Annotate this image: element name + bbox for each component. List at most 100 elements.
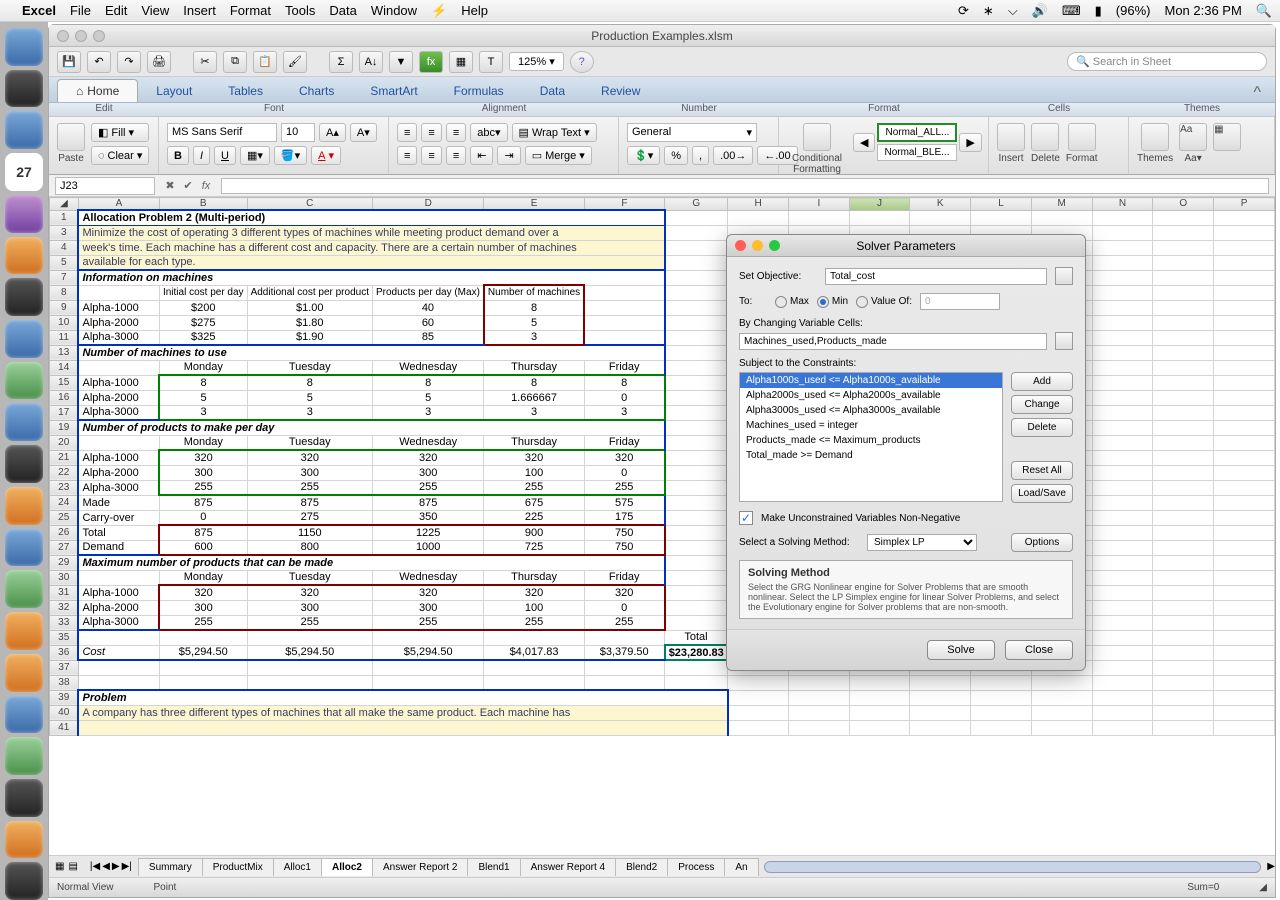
ref-picker-icon[interactable] bbox=[1055, 267, 1073, 285]
desc-cell[interactable]: available for each type. bbox=[78, 255, 664, 270]
comma-button[interactable]: , bbox=[692, 146, 709, 165]
machine-label[interactable]: Alpha-1000 bbox=[78, 450, 159, 465]
col-I[interactable]: I bbox=[789, 198, 850, 211]
solve-button[interactable]: Solve bbox=[927, 640, 995, 660]
data-cell[interactable]: 225 bbox=[484, 510, 584, 525]
data-cell[interactable]: 300 bbox=[247, 600, 372, 615]
radio-min[interactable]: Min bbox=[817, 296, 848, 308]
day-header[interactable]: Monday bbox=[159, 360, 247, 375]
data-cell[interactable]: 320 bbox=[372, 585, 483, 600]
machine-label[interactable]: Alpha-1000 bbox=[78, 300, 159, 315]
data-cell[interactable]: 320 bbox=[484, 450, 584, 465]
tab-charts[interactable]: Charts bbox=[281, 80, 352, 102]
day-header[interactable]: Wednesday bbox=[372, 435, 483, 450]
sync-icon[interactable]: ⟳ bbox=[958, 3, 969, 19]
dock-app10-icon[interactable] bbox=[5, 737, 43, 775]
data-cell[interactable]: 875 bbox=[159, 495, 247, 510]
sheet-tab[interactable]: Blend2 bbox=[615, 858, 668, 876]
themes-button[interactable]: Themes bbox=[1137, 123, 1173, 164]
constraint-item[interactable]: Total_made >= Demand bbox=[740, 448, 1002, 463]
wifi-icon[interactable]: ⌵ bbox=[1008, 3, 1018, 19]
bold-button[interactable]: B bbox=[167, 146, 189, 165]
col-O[interactable]: O bbox=[1153, 198, 1214, 211]
data-cell[interactable]: 320 bbox=[372, 450, 483, 465]
align-mid-button[interactable]: ≡ bbox=[421, 123, 441, 142]
spreadsheet[interactable]: ◢ A B C D E F G H I J K L M N O P bbox=[49, 197, 1275, 855]
data-cell[interactable]: $200 bbox=[159, 300, 247, 315]
data-cell[interactable]: 3 bbox=[372, 405, 483, 420]
tab-formulas[interactable]: Formulas bbox=[436, 80, 522, 102]
day-header[interactable]: Thursday bbox=[484, 435, 584, 450]
tab-review[interactable]: Review bbox=[583, 80, 658, 102]
cost-label[interactable]: Cost bbox=[78, 645, 159, 660]
sheet-tab[interactable]: Process bbox=[667, 858, 725, 876]
data-cell[interactable]: 350 bbox=[372, 510, 483, 525]
dock-app2-icon[interactable] bbox=[5, 278, 43, 316]
fill-color-button[interactable]: 🪣▾ bbox=[274, 146, 307, 165]
col-B[interactable]: B bbox=[159, 198, 247, 211]
data-cell[interactable]: 3 bbox=[247, 405, 372, 420]
desc-cell[interactable]: week's time. Each machine has a differen… bbox=[78, 240, 664, 255]
menu-data[interactable]: Data bbox=[329, 3, 356, 18]
day-header[interactable]: Friday bbox=[584, 435, 665, 450]
data-cell[interactable]: $1.90 bbox=[247, 330, 372, 345]
machine-label[interactable]: Alpha-2000 bbox=[78, 465, 159, 480]
data-cell[interactable]: 1000 bbox=[372, 540, 483, 555]
machine-label[interactable]: Alpha-3000 bbox=[78, 615, 159, 630]
data-cell[interactable]: 320 bbox=[584, 450, 665, 465]
day-header[interactable]: Tuesday bbox=[247, 435, 372, 450]
data-cell[interactable]: 100 bbox=[484, 600, 584, 615]
font-name-select[interactable]: MS Sans Serif bbox=[167, 123, 277, 142]
radio-max[interactable]: Max bbox=[775, 296, 809, 308]
delete-cells-button[interactable]: Delete bbox=[1031, 123, 1060, 164]
machine-label[interactable]: Alpha-2000 bbox=[78, 390, 159, 405]
title-cell[interactable]: Allocation Problem 2 (Multi-period) bbox=[78, 210, 664, 225]
data-cell[interactable]: 3 bbox=[584, 405, 665, 420]
col-header-cell[interactable]: Initial cost per day bbox=[159, 285, 247, 300]
format-painter-button[interactable]: 🖌 bbox=[283, 51, 307, 73]
dock-dashboard-icon[interactable] bbox=[5, 70, 43, 108]
data-cell[interactable]: 8 bbox=[372, 375, 483, 390]
close-button[interactable]: Close bbox=[1005, 640, 1073, 660]
align-bot-button[interactable]: ≡ bbox=[446, 123, 466, 142]
data-cell[interactable]: 255 bbox=[247, 480, 372, 495]
theme-colors-button[interactable]: ▦ bbox=[1213, 123, 1241, 151]
data-cell[interactable]: 255 bbox=[484, 615, 584, 630]
ref-picker-icon[interactable] bbox=[1055, 332, 1073, 350]
machine-label[interactable]: Alpha-3000 bbox=[78, 330, 159, 345]
data-cell[interactable]: 5 bbox=[247, 390, 372, 405]
data-cell[interactable]: 8 bbox=[584, 375, 665, 390]
data-cell[interactable]: 750 bbox=[584, 540, 665, 555]
sheet-tab[interactable]: Blend1 bbox=[467, 858, 520, 876]
method-select[interactable]: Simplex LP bbox=[867, 534, 977, 551]
copy-button[interactable]: ⧉ bbox=[223, 51, 247, 73]
zoom-select[interactable]: 125% ▾ bbox=[509, 52, 564, 71]
shrink-font-button[interactable]: A▾ bbox=[350, 123, 377, 142]
cost-cell[interactable]: $5,294.50 bbox=[372, 645, 483, 660]
input-icon[interactable]: ⌨ bbox=[1062, 3, 1081, 19]
day-header[interactable]: Thursday bbox=[484, 360, 584, 375]
data-cell[interactable]: 575 bbox=[584, 495, 665, 510]
style-scroll-left[interactable]: ◀ bbox=[853, 133, 875, 152]
data-cell[interactable]: 60 bbox=[372, 315, 483, 330]
sheet-tab[interactable]: An bbox=[724, 858, 758, 876]
app-name[interactable]: Excel bbox=[22, 3, 56, 18]
bluetooth-icon[interactable]: ∗ bbox=[983, 3, 994, 19]
spotlight-icon[interactable]: 🔍 bbox=[1256, 3, 1272, 19]
tab-nav-last-icon[interactable]: ▶| bbox=[122, 861, 132, 872]
sheet-tab[interactable]: Summary bbox=[138, 858, 203, 876]
clear-button[interactable]: ◌ Clear ▾ bbox=[91, 146, 149, 165]
col-N[interactable]: N bbox=[1092, 198, 1153, 211]
data-cell[interactable]: 40 bbox=[372, 300, 483, 315]
data-cell[interactable]: 320 bbox=[247, 585, 372, 600]
data-cell[interactable]: 800 bbox=[247, 540, 372, 555]
row-header[interactable]: 1 bbox=[50, 210, 79, 225]
menu-insert[interactable]: Insert bbox=[183, 3, 216, 18]
number-format-select[interactable]: General ▾ bbox=[627, 123, 757, 142]
data-cell[interactable]: 300 bbox=[372, 600, 483, 615]
script-icon[interactable]: ⚡ bbox=[431, 3, 447, 19]
data-cell[interactable]: 255 bbox=[584, 480, 665, 495]
data-cell[interactable]: 320 bbox=[484, 585, 584, 600]
machine-label[interactable]: Alpha-1000 bbox=[78, 375, 159, 390]
total-label[interactable]: Total bbox=[665, 630, 728, 645]
